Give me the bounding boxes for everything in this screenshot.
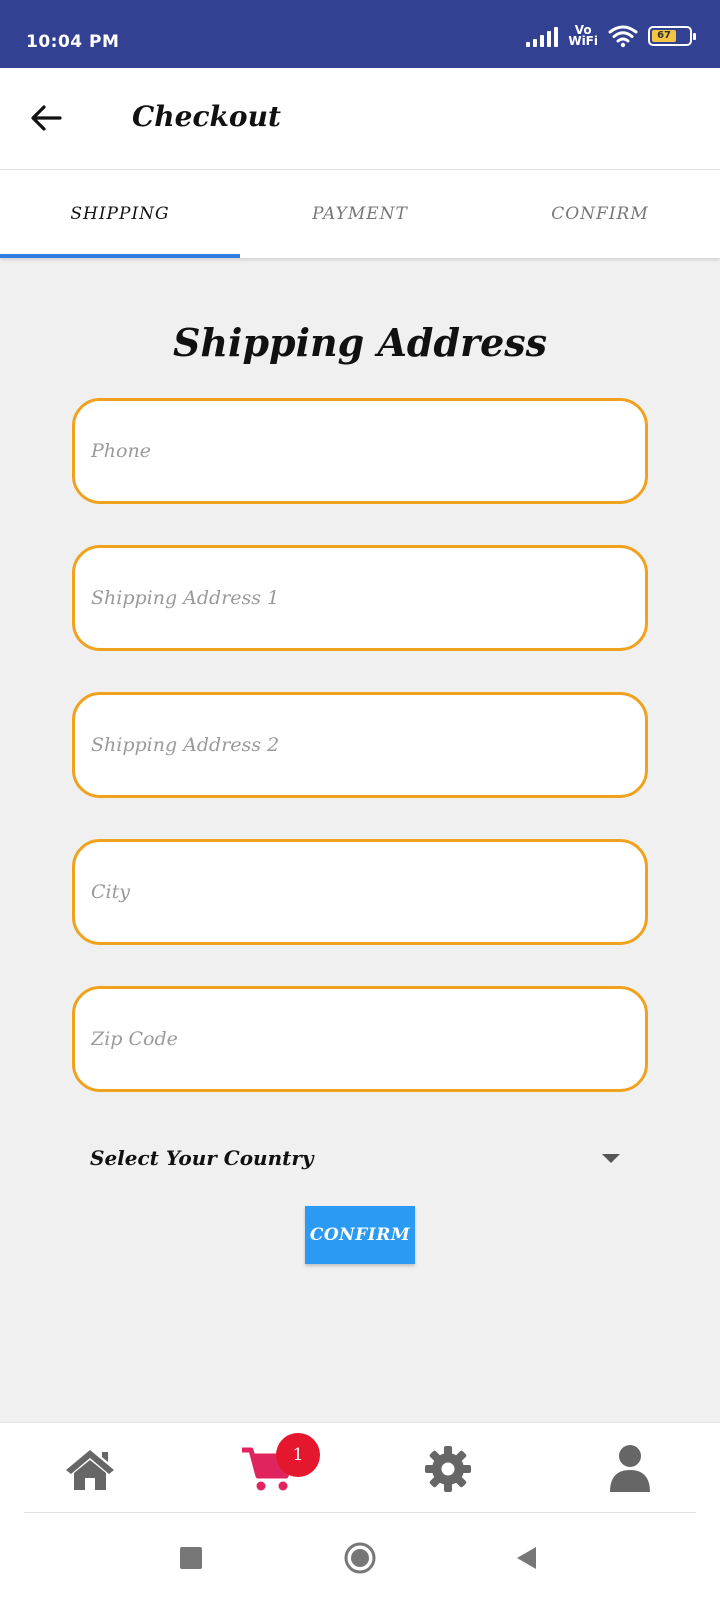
cart-badge: 1 <box>276 1433 320 1477</box>
status-bar: 10:04 PM Vo WiFi 67 <box>0 0 720 68</box>
shipping-address-1-field[interactable] <box>75 548 645 648</box>
user-icon <box>610 1445 650 1492</box>
shipping-address-2-field[interactable] <box>75 695 645 795</box>
city-field-container <box>72 839 648 945</box>
phone-field[interactable] <box>75 401 645 501</box>
vowifi-icon: Vo WiFi <box>568 24 598 48</box>
phone-field-container <box>72 398 648 504</box>
triangle-back-icon <box>517 1547 536 1569</box>
nav-home[interactable] <box>60 1439 120 1499</box>
system-nav <box>0 1512 720 1600</box>
nav-profile[interactable] <box>600 1439 660 1499</box>
square-icon <box>180 1547 202 1569</box>
bottom-nav: 1 <box>0 1422 720 1512</box>
zip-code-field[interactable] <box>75 989 645 1089</box>
battery-level: 67 <box>652 30 677 42</box>
wifi-icon <box>608 25 638 48</box>
arrow-left-icon <box>31 105 62 131</box>
app-bar: Checkout <box>0 68 720 170</box>
gear-icon <box>425 1446 471 1492</box>
section-title: Shipping Address <box>172 320 548 365</box>
system-nav-divider <box>24 1512 696 1513</box>
recent-apps-button[interactable] <box>171 1538 211 1578</box>
vowifi-label-bottom: WiFi <box>568 34 598 48</box>
status-time: 10:04 PM <box>26 32 120 52</box>
confirm-button[interactable]: CONFIRM <box>305 1206 415 1264</box>
tab-confirm[interactable]: CONFIRM <box>480 170 720 258</box>
country-select[interactable]: Select Your Country <box>90 1138 630 1178</box>
nav-settings[interactable] <box>418 1439 478 1499</box>
status-icons: Vo WiFi 67 <box>526 24 696 48</box>
shipping-address-2-field-container <box>72 692 648 798</box>
city-field[interactable] <box>75 842 645 942</box>
circle-icon <box>344 1542 376 1574</box>
nav-cart[interactable]: 1 <box>238 1433 320 1499</box>
chevron-down-icon <box>602 1153 620 1163</box>
tab-indicator <box>0 254 240 258</box>
shipping-address-1-field-container <box>72 545 648 651</box>
country-select-label: Select Your Country <box>90 1146 314 1170</box>
signal-icon <box>526 25 559 47</box>
home-icon <box>66 1450 114 1490</box>
tab-payment[interactable]: PAYMENT <box>240 170 480 258</box>
tab-shipping[interactable]: SHIPPING <box>0 170 240 258</box>
home-system-button[interactable] <box>340 1538 380 1578</box>
back-button[interactable] <box>26 98 66 138</box>
zip-code-field-container <box>72 986 648 1092</box>
battery-icon: 67 <box>648 26 696 46</box>
tab-bar: SHIPPING PAYMENT CONFIRM <box>0 170 720 258</box>
page-title: Checkout <box>132 100 281 133</box>
back-system-button[interactable] <box>506 1538 546 1578</box>
